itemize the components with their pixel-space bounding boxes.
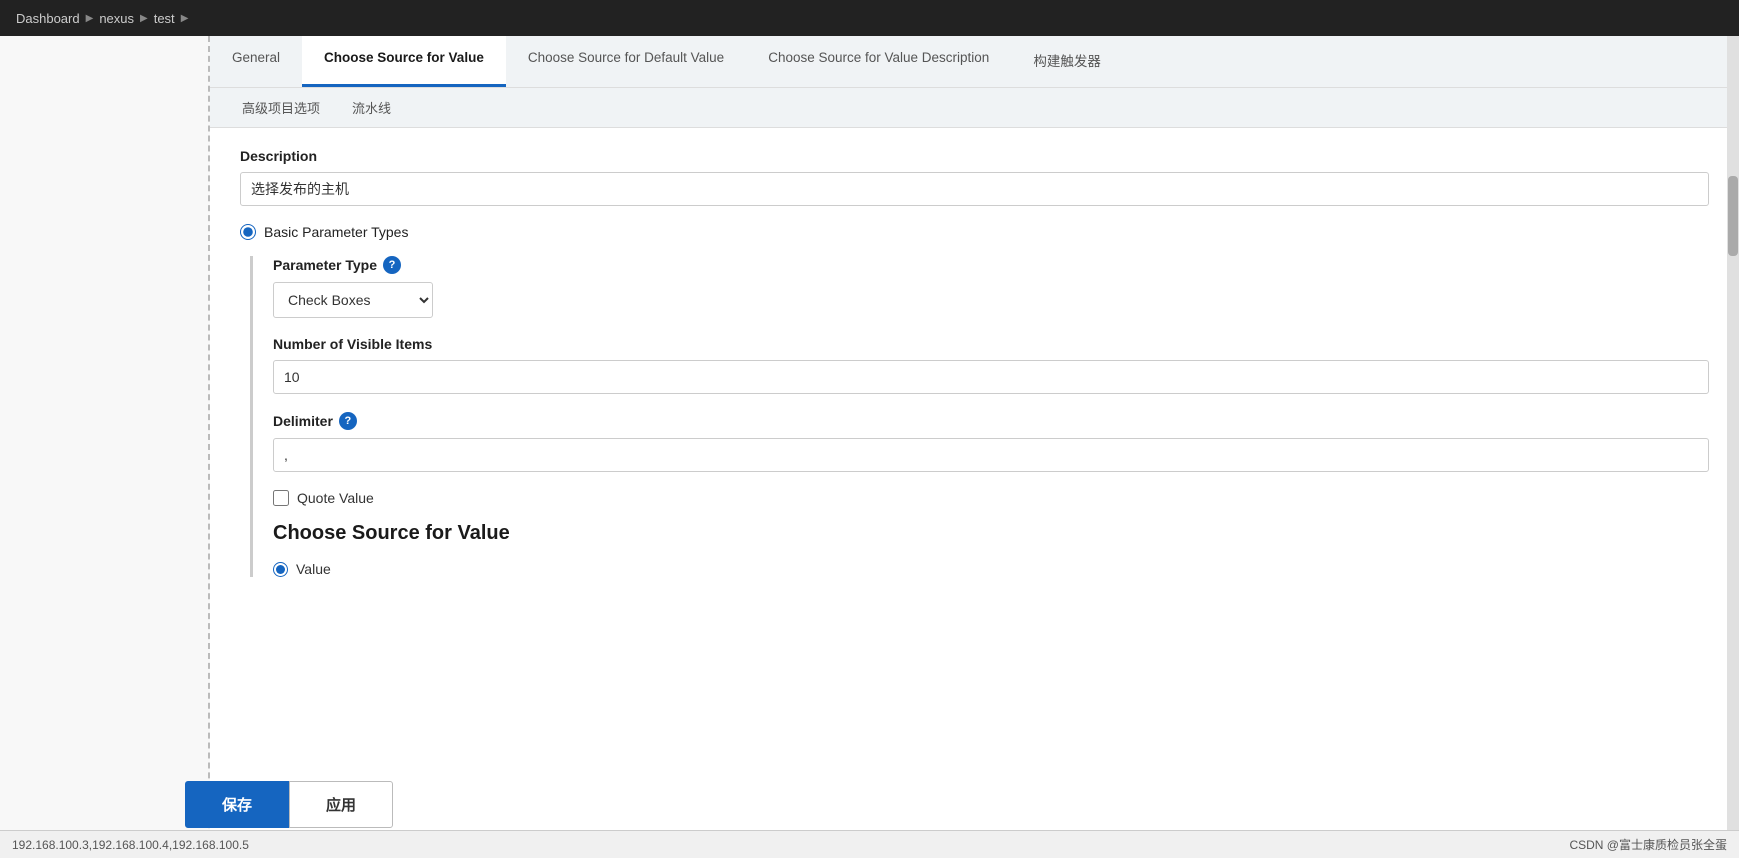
sub-tab-pipeline[interactable]: 流水线 xyxy=(336,88,407,127)
scrollbar-thumb[interactable] xyxy=(1728,176,1738,256)
status-left: 192.168.100.3,192.168.100.4,192.168.100.… xyxy=(12,838,249,852)
tab-build-trigger[interactable]: 构建触发器 xyxy=(1011,36,1123,87)
quote-value-label[interactable]: Quote Value xyxy=(297,490,374,506)
form-content: Description Basic Parameter Types Parame… xyxy=(210,128,1739,858)
description-input[interactable] xyxy=(240,172,1709,206)
quote-value-row: Quote Value xyxy=(273,490,1709,506)
delimiter-input[interactable] xyxy=(273,438,1709,472)
basic-parameter-types-label[interactable]: Basic Parameter Types xyxy=(264,224,408,240)
breadcrumb-nexus[interactable]: nexus xyxy=(99,11,134,26)
breadcrumb-sep-1: ▶ xyxy=(86,13,94,24)
basic-parameter-types-radio-group: Basic Parameter Types xyxy=(240,224,1709,240)
save-button[interactable]: 保存 xyxy=(185,781,289,828)
tab-choose-source-description[interactable]: Choose Source for Value Description xyxy=(746,36,1011,87)
choose-source-heading: Choose Source for Value xyxy=(273,522,1709,545)
quote-value-checkbox[interactable] xyxy=(273,490,289,506)
tab-choose-source-value[interactable]: Choose Source for Value xyxy=(302,36,506,87)
visible-items-section: Number of Visible Items xyxy=(273,336,1709,394)
sub-tab-advanced[interactable]: 高级项目选项 xyxy=(226,88,336,127)
description-section: Description xyxy=(240,148,1709,206)
breadcrumb-sep-2: ▶ xyxy=(140,13,148,24)
status-bar: 192.168.100.3,192.168.100.4,192.168.100.… xyxy=(0,830,1739,858)
content-area: General Choose Source for Value Choose S… xyxy=(210,36,1739,858)
tab-general[interactable]: General xyxy=(210,36,302,87)
parameter-type-label: Parameter Type ? xyxy=(273,256,1709,274)
action-bar: 保存 应用 xyxy=(185,781,393,828)
breadcrumb-sep-3: ▶ xyxy=(181,13,189,24)
parameter-type-help-icon[interactable]: ? xyxy=(383,256,401,274)
basic-parameter-types-radio[interactable] xyxy=(240,224,256,240)
description-label: Description xyxy=(240,148,1709,164)
status-right: CSDN @富士康质检员张全蛋 xyxy=(1569,836,1727,853)
visible-items-label: Number of Visible Items xyxy=(273,336,1709,352)
sub-tab-navigation: 高级项目选项 流水线 xyxy=(210,88,1739,128)
breadcrumb-dashboard[interactable]: Dashboard xyxy=(16,11,80,26)
parameter-type-section: Parameter Type ? Check Boxes Text Boolea… xyxy=(250,256,1709,577)
breadcrumb-test[interactable]: test xyxy=(154,11,175,26)
right-scrollbar[interactable] xyxy=(1727,36,1739,830)
parameter-type-select[interactable]: Check Boxes Text Boolean Choice String xyxy=(273,282,433,318)
delimiter-section: Delimiter ? xyxy=(273,412,1709,472)
value-radio-row: Value xyxy=(273,561,1709,577)
value-radio-label[interactable]: Value xyxy=(296,561,331,577)
left-sidebar xyxy=(0,36,210,858)
parameter-type-form-section: Parameter Type ? Check Boxes Text Boolea… xyxy=(273,256,1709,318)
delimiter-help-icon[interactable]: ? xyxy=(339,412,357,430)
visible-items-input[interactable] xyxy=(273,360,1709,394)
breadcrumb-bar: Dashboard ▶ nexus ▶ test ▶ xyxy=(0,0,1739,36)
tab-choose-source-default[interactable]: Choose Source for Default Value xyxy=(506,36,746,87)
tab-navigation: General Choose Source for Value Choose S… xyxy=(210,36,1739,88)
apply-button[interactable]: 应用 xyxy=(289,781,393,828)
delimiter-label: Delimiter ? xyxy=(273,412,1709,430)
value-radio[interactable] xyxy=(273,562,288,577)
